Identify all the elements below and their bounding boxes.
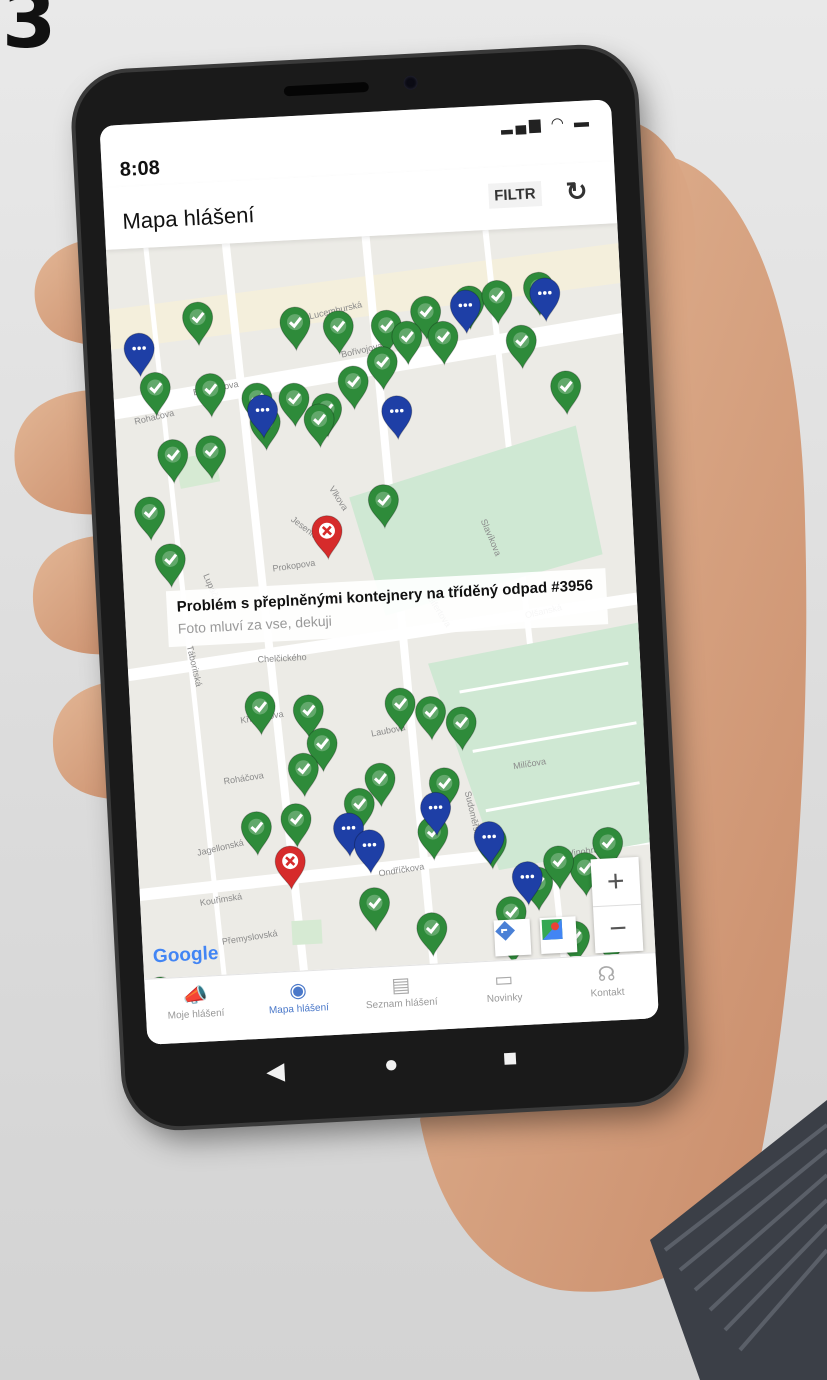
battery-icon: ▬ bbox=[573, 113, 593, 132]
refresh-icon[interactable]: ↻ bbox=[559, 174, 594, 209]
nav-item-novinky[interactable]: ▭ Novinky bbox=[453, 964, 555, 1006]
news-icon: ▭ bbox=[493, 968, 514, 992]
zoom-in-button[interactable]: + bbox=[591, 857, 641, 906]
home-icon[interactable]: ● bbox=[377, 1049, 405, 1080]
page-title: Mapa hlášení bbox=[121, 202, 256, 234]
wifi-icon: ◠ bbox=[550, 114, 568, 133]
nav-label: Mapa hlášení bbox=[268, 1002, 330, 1017]
recent-apps-icon[interactable]: ■ bbox=[496, 1043, 524, 1074]
filter-button[interactable]: FILTR bbox=[487, 181, 543, 209]
directions-icon[interactable] bbox=[493, 918, 532, 957]
google-maps-icon[interactable] bbox=[539, 916, 578, 955]
speaker-grille bbox=[283, 81, 370, 97]
google-logo: Google bbox=[152, 942, 219, 968]
nav-label: Novinky bbox=[486, 992, 523, 1005]
map-pin-icon: ◉ bbox=[288, 979, 308, 1003]
zoom-controls: + − bbox=[590, 856, 644, 954]
nav-item-moje-hlaseni[interactable]: 📣 Moje hlášení bbox=[145, 981, 247, 1023]
zoom-out-button[interactable]: − bbox=[592, 903, 644, 954]
megaphone-icon: 📣 bbox=[182, 984, 209, 1008]
signal-icon: ▂▄▆ bbox=[500, 115, 544, 136]
nav-label: Kontakt bbox=[590, 986, 625, 1000]
nav-item-seznam-hlaseni[interactable]: ▤ Seznam hlášení bbox=[350, 970, 452, 1012]
nav-item-mapa-hlaseni[interactable]: ◉ Mapa hlášení bbox=[247, 975, 349, 1017]
status-icons: ▂▄▆ ◠ ▬ bbox=[500, 112, 592, 135]
phone-frame: 8:08 ▂▄▆ ◠ ▬ Mapa hlášení FILTR ↻ Rohačo… bbox=[72, 46, 688, 1129]
back-icon[interactable]: ◀ bbox=[259, 1055, 291, 1088]
front-camera bbox=[403, 75, 418, 91]
report-subtitle: Foto mluví za vse, dekuji bbox=[177, 612, 333, 637]
phone-screen: 8:08 ▂▄▆ ◠ ▬ Mapa hlášení FILTR ↻ Rohačo… bbox=[99, 99, 659, 1045]
nav-label: Seznam hlášení bbox=[365, 996, 438, 1012]
nav-label: Moje hlášení bbox=[167, 1007, 225, 1022]
headset-icon: ☊ bbox=[597, 963, 617, 987]
status-time: 8:08 bbox=[119, 156, 161, 182]
nav-item-kontakt[interactable]: ☊ Kontakt bbox=[556, 959, 658, 1001]
